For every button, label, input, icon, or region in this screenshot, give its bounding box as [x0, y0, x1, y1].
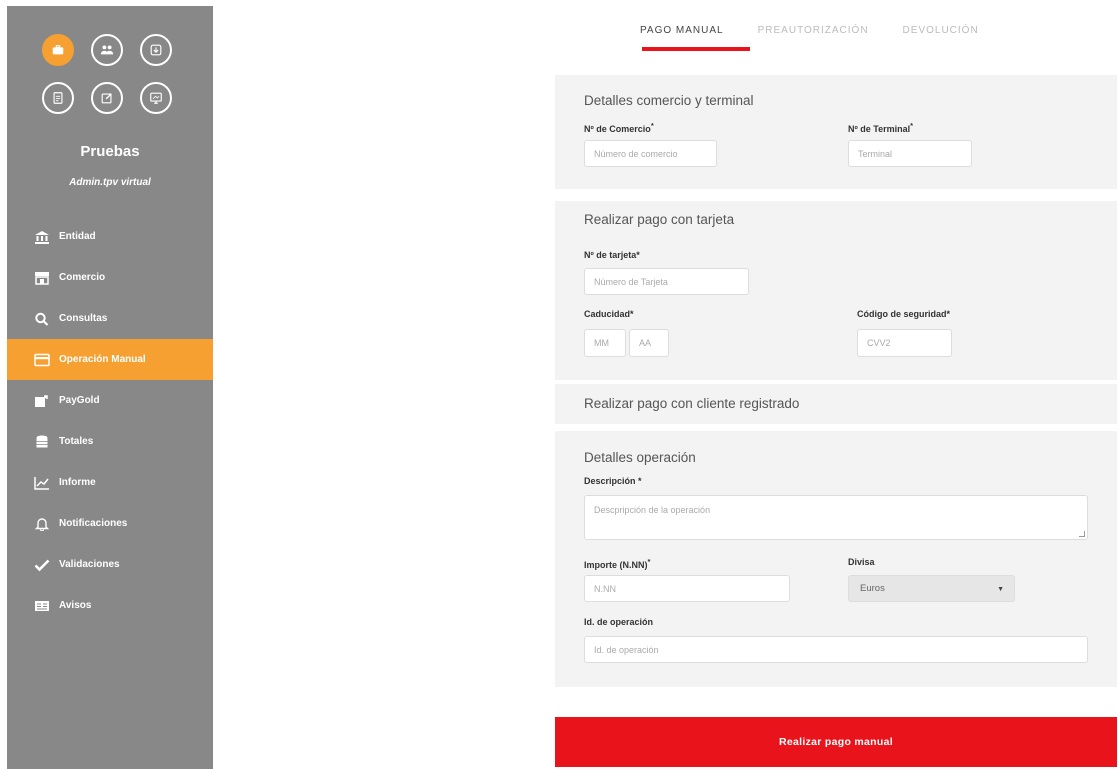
registered-panel-title: Realizar pago con cliente registrado	[584, 396, 800, 411]
check-icon	[33, 557, 51, 573]
share-icon	[33, 393, 51, 409]
card-icon	[33, 352, 51, 368]
sidebar-item-label: Notificaciones	[59, 518, 128, 529]
users-icon[interactable]	[91, 34, 123, 66]
sidebar-item-comercio[interactable]: Comercio	[7, 257, 213, 298]
sidebar-item-consultas[interactable]: Consultas	[7, 298, 213, 339]
sidebar-item-informe[interactable]: Informe	[7, 462, 213, 503]
database-icon	[33, 434, 51, 450]
registered-client-panel[interactable]: Realizar pago con cliente registrado	[555, 384, 1117, 424]
resize-handle-icon[interactable]	[1079, 531, 1085, 537]
sidebar-item-label: Informe	[59, 477, 96, 488]
operation-id-label: Id. de operación	[584, 617, 654, 627]
sidebar-item-label: Comercio	[59, 272, 106, 283]
submit-manual-payment-button[interactable]: Realizar pago manual	[555, 717, 1117, 767]
description-placeholder: Descpripción de la operación	[594, 505, 711, 515]
document-icon[interactable]	[42, 82, 74, 114]
merchant-panel-title: Detalles comercio y terminal	[584, 93, 754, 108]
operation-id-input[interactable]: Id. de operación	[584, 636, 1088, 663]
description-textarea[interactable]: Descpripción de la operación	[584, 495, 1088, 540]
monitor-icon[interactable]	[140, 82, 172, 114]
sidebar-nav: Entidad Comercio Consultas Operación Man…	[7, 216, 213, 626]
sidebar-item-label: Avisos	[59, 600, 92, 611]
edit-icon[interactable]	[91, 82, 123, 114]
cvv-label: Código de seguridad*	[857, 309, 951, 319]
chart-icon	[33, 475, 51, 491]
bell-icon	[33, 516, 51, 532]
expiry-label: Caducidad*	[584, 309, 634, 319]
download-icon[interactable]	[140, 34, 172, 66]
card-payment-panel: Realizar pago con tarjeta Nº de tarjeta*…	[555, 201, 1117, 380]
notice-icon	[33, 598, 51, 614]
sidebar-title: Pruebas	[80, 143, 140, 160]
chevron-down-icon: ▼	[997, 586, 1004, 593]
sidebar: Pruebas Admin.tpv virtual Entidad Comerc…	[7, 6, 213, 769]
briefcase-icon[interactable]	[42, 34, 74, 66]
card-panel-title: Realizar pago con tarjeta	[584, 212, 735, 227]
sidebar-item-label: PayGold	[59, 395, 100, 406]
terminal-label: Nº de Terminal*	[848, 121, 914, 134]
currency-select[interactable]: Euros ▼	[848, 575, 1015, 602]
bank-icon	[33, 229, 51, 245]
commerce-label: Nº de Comercio*	[584, 121, 654, 134]
sidebar-item-label: Operación Manual	[59, 354, 146, 365]
sidebar-item-label: Entidad	[59, 231, 96, 242]
terminal-input[interactable]: Terminal	[848, 140, 972, 167]
cvv-input[interactable]: CVV2	[857, 329, 952, 357]
amount-label: Importe (N.NN)*	[584, 557, 651, 570]
store-icon	[33, 270, 51, 286]
sidebar-subtitle: Admin.tpv virtual	[69, 177, 151, 188]
merchant-panel: Detalles comercio y terminal Nº de Comer…	[555, 75, 1117, 189]
tab-devolucion[interactable]: DEVOLUCIÓN	[903, 22, 979, 54]
commerce-number-input[interactable]: Número de comercio	[584, 140, 717, 167]
sidebar-item-operacion-manual[interactable]: Operación Manual	[7, 339, 213, 380]
operation-panel-title: Detalles operación	[584, 450, 696, 465]
expiry-month-input[interactable]: MM	[584, 329, 626, 357]
currency-value: Euros	[860, 583, 885, 594]
search-icon	[33, 311, 51, 327]
sidebar-item-avisos[interactable]: Avisos	[7, 585, 213, 626]
sidebar-item-label: Validaciones	[59, 559, 120, 570]
operation-details-panel: Detalles operación Descripción * Descpri…	[555, 431, 1117, 687]
sidebar-item-paygold[interactable]: PayGold	[7, 380, 213, 421]
sidebar-item-label: Consultas	[59, 313, 108, 324]
sidebar-item-validaciones[interactable]: Validaciones	[7, 544, 213, 585]
description-label: Descripción *	[584, 476, 642, 486]
tab-preautorizacion[interactable]: PREAUTORIZACIÓN	[758, 22, 869, 54]
currency-label: Divisa	[848, 557, 875, 567]
sidebar-item-totales[interactable]: Totales	[7, 421, 213, 462]
card-number-label: Nº de tarjeta*	[584, 250, 640, 260]
active-tab-indicator	[642, 47, 750, 51]
amount-input[interactable]: N.NN	[584, 575, 790, 602]
sidebar-item-entidad[interactable]: Entidad	[7, 216, 213, 257]
card-number-input[interactable]: Número de Tarjeta	[584, 268, 749, 295]
sidebar-item-label: Totales	[59, 436, 94, 447]
sidebar-item-notificaciones[interactable]: Notificaciones	[7, 503, 213, 544]
expiry-year-input[interactable]: AA	[629, 329, 669, 357]
